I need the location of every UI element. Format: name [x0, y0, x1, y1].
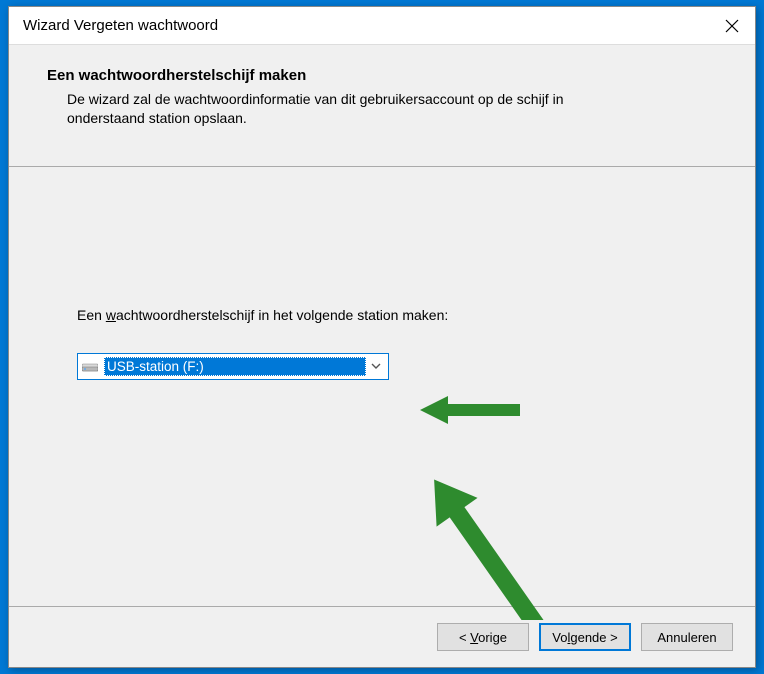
close-button[interactable]: [709, 7, 755, 44]
drive-select-value: USB-station (F:): [104, 357, 366, 376]
drive-icon: [82, 360, 98, 372]
wizard-header-subtitle: De wizard zal de wachtwoordinformatie va…: [47, 90, 607, 128]
instruction-label: Een wachtwoordherstelschijf in het volge…: [77, 307, 687, 323]
wizard-footer: < Vorige Volgende > Annuleren: [9, 606, 755, 667]
chevron-down-icon: [366, 361, 386, 372]
close-icon: [725, 19, 739, 33]
wizard-header-title: Een wachtwoordherstelschijf maken: [47, 67, 717, 84]
wizard-content: Een wachtwoordherstelschijf in het volge…: [9, 167, 755, 606]
window-title: Wizard Vergeten wachtwoord: [23, 17, 709, 34]
cancel-button[interactable]: Annuleren: [641, 623, 733, 651]
titlebar: Wizard Vergeten wachtwoord: [9, 7, 755, 45]
back-button[interactable]: < Vorige: [437, 623, 529, 651]
drive-select[interactable]: USB-station (F:): [77, 353, 389, 380]
wizard-window: Wizard Vergeten wachtwoord Een wachtwoor…: [8, 6, 756, 668]
next-button[interactable]: Volgende >: [539, 623, 631, 651]
wizard-header: Een wachtwoordherstelschijf maken De wiz…: [9, 45, 755, 167]
